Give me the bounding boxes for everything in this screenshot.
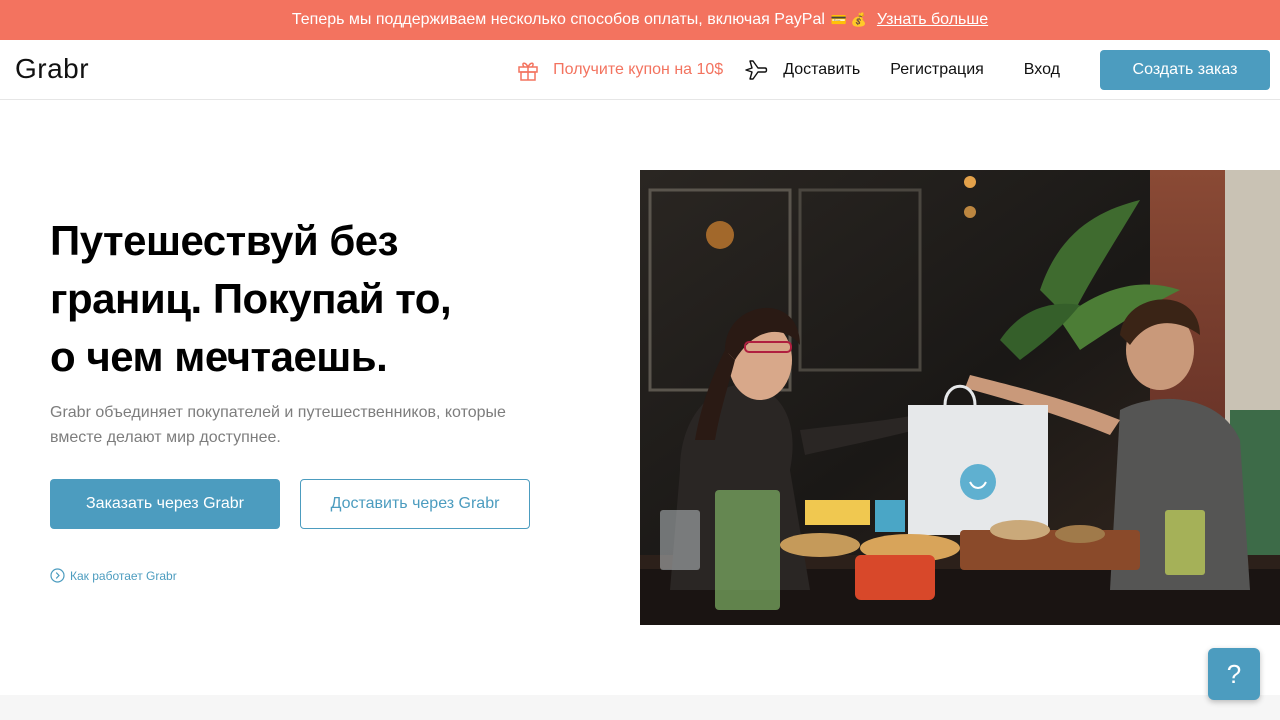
coupon-label: Получите купон на 10$: [553, 61, 724, 78]
help-button[interactable]: ?: [1208, 648, 1260, 700]
register-link[interactable]: Регистрация: [890, 61, 984, 79]
hero-photo-illustration: [640, 170, 1280, 625]
footer-strip: [0, 695, 1280, 720]
gift-icon: [518, 62, 538, 81]
hero-title-line: Путешествуй без: [50, 217, 399, 264]
deliver-via-grabr-button[interactable]: Доставить через Grabr: [300, 479, 530, 529]
hero-photo: [640, 170, 1280, 625]
promo-banner: Теперь мы поддерживаем несколько способо…: [0, 0, 1280, 40]
how-it-works-link[interactable]: Как работает Grabr: [50, 568, 177, 583]
promo-text: Теперь мы поддерживаем несколько способо…: [291, 11, 825, 28]
chevron-circle-icon: [50, 568, 65, 583]
create-order-button[interactable]: Создать заказ: [1100, 50, 1270, 90]
grabr-logo[interactable]: Grabr: [15, 53, 89, 85]
order-via-grabr-button[interactable]: Заказать через Grabr: [50, 479, 280, 529]
coupon-link[interactable]: Получите купон на 10$: [517, 59, 723, 81]
site-header: Grabr Получите купон на 10$ Доставить Ре…: [0, 40, 1280, 100]
hero-title-line: о чем мечтаешь.: [50, 333, 388, 380]
hero-subtitle-line: Grabr объединяет покупателей и путешеств…: [50, 404, 506, 421]
deliver-link[interactable]: Доставить: [743, 57, 860, 83]
hero-subtitle: Grabr объединяет покупателей и путешеств…: [50, 400, 570, 450]
deliver-label: Доставить: [783, 61, 861, 78]
hero-title: Путешествуй без границ. Покупай то, о че…: [50, 212, 570, 386]
login-link[interactable]: Вход: [1024, 61, 1060, 79]
hero-title-line: границ. Покупай то,: [50, 275, 452, 322]
payment-emoji: 💳 💰: [830, 12, 867, 27]
airplane-icon: [745, 60, 768, 80]
main-nav: Получите купон на 10$ Доставить Регистра…: [517, 40, 1270, 100]
how-it-works-label: Как работает Grabr: [70, 568, 177, 583]
learn-more-link[interactable]: Узнать больше: [877, 11, 988, 29]
hero-subtitle-line: вместе делают мир доступнее.: [50, 429, 281, 446]
